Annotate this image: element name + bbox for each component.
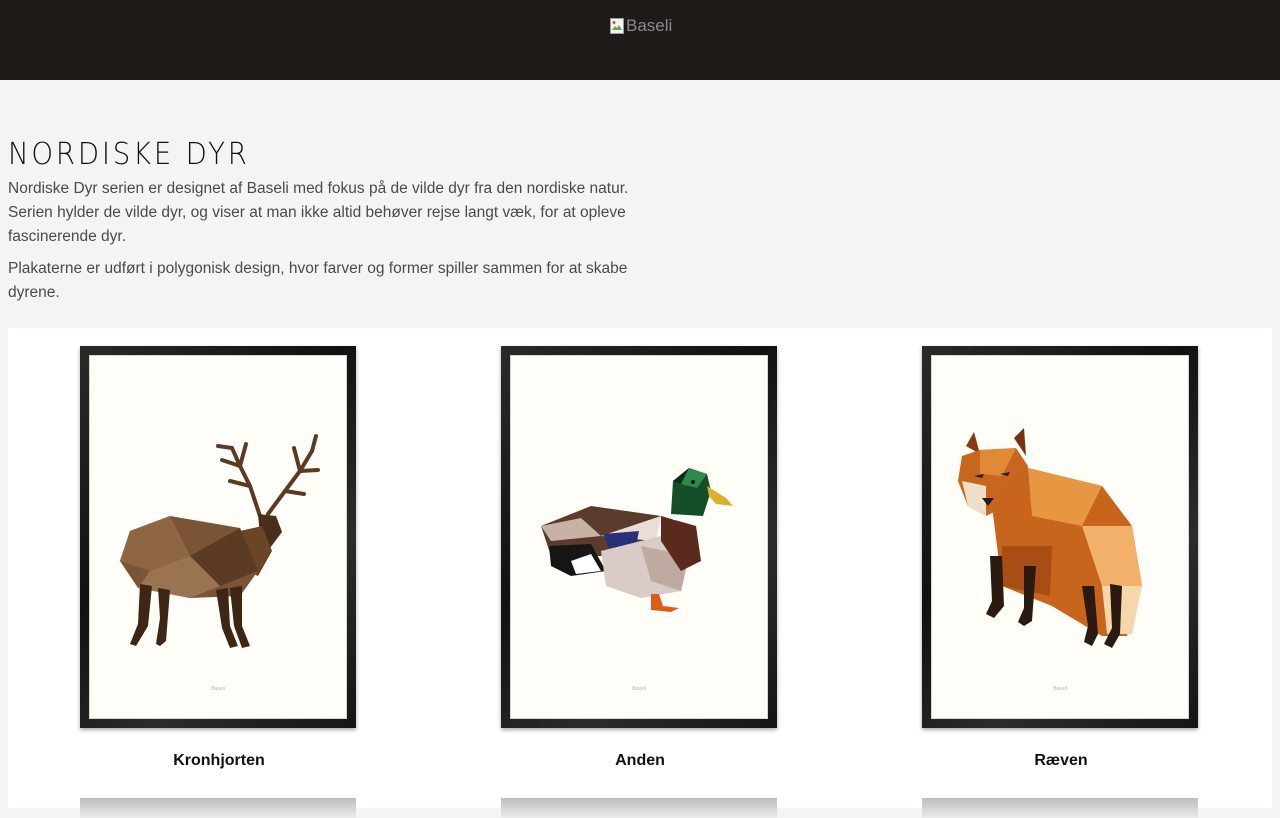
poster-frame[interactable]: Baseli [922, 346, 1198, 728]
fox-poster-image [958, 428, 1142, 648]
poster-frame[interactable]: Baseli [501, 346, 777, 728]
product-card[interactable]: Baseli Ræven [922, 346, 1200, 770]
logo-alt-text: Baseli [626, 16, 673, 35]
product-grid: Baseli Kronhjorten Baseli Anden Baseli R… [8, 328, 1272, 818]
product-name[interactable]: Kronhjorten [80, 752, 358, 770]
logo-link[interactable]: Baseli [610, 16, 672, 36]
poster-watermark: Baseli [632, 686, 646, 692]
poster-watermark: Baseli [211, 686, 225, 692]
poster-watermark: Baseli [1053, 686, 1067, 692]
poster-frame[interactable]: Baseli [80, 346, 356, 728]
broken-image-icon [610, 18, 624, 34]
duck-poster-image [541, 468, 733, 612]
site-header: Baseli [0, 0, 1280, 80]
intro-paragraph-2: Plakaterne er udført i polygonisk design… [8, 260, 628, 301]
poster-mat: Baseli [931, 355, 1189, 719]
poster-mat: Baseli [510, 355, 768, 719]
intro-section: NORDISKE DYR Nordiske Dyr serien er desi… [8, 133, 648, 313]
product-name[interactable]: Ræven [922, 752, 1200, 770]
page-title: NORDISKE DYR [8, 137, 250, 172]
product-card[interactable]: Baseli Kronhjorten [80, 346, 358, 770]
product-card[interactable]: Baseli Anden [501, 346, 779, 770]
poster-mat: Baseli [89, 355, 347, 719]
next-row-poster-top[interactable] [80, 798, 356, 818]
product-name[interactable]: Anden [501, 752, 779, 770]
next-row-poster-top[interactable] [922, 798, 1198, 818]
intro-paragraph-1: Nordiske Dyr serien er designet af Basel… [8, 180, 629, 245]
next-row-poster-top[interactable] [501, 798, 777, 818]
deer-poster-image [120, 434, 320, 648]
